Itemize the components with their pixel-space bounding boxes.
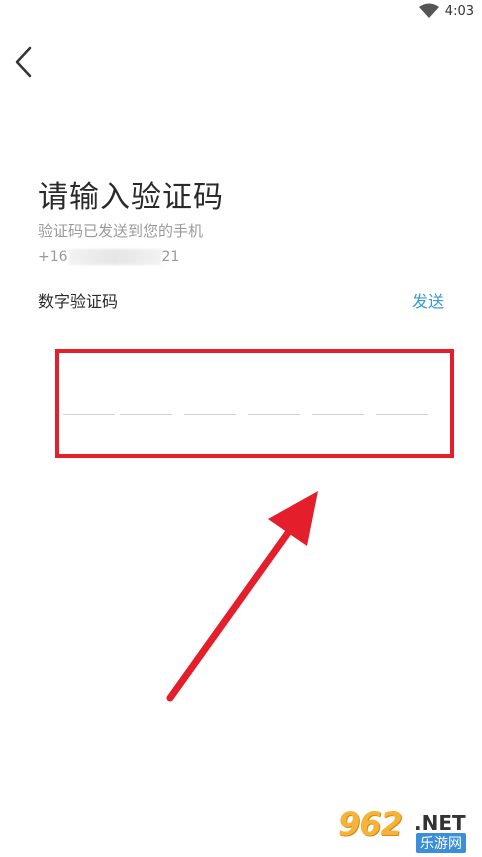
status-icons: 4:03 bbox=[418, 3, 474, 19]
chevron-left-icon bbox=[15, 46, 32, 78]
watermark-subtitle: 乐游网 bbox=[416, 833, 466, 853]
phone-mask bbox=[68, 249, 161, 265]
status-time: 4:03 bbox=[444, 3, 474, 19]
status-bar: 4:03 bbox=[0, 0, 482, 24]
back-button[interactable] bbox=[10, 43, 40, 81]
sent-notice: 验证码已发送到您的手机 bbox=[38, 222, 204, 240]
phone-prefix: +16 bbox=[38, 249, 68, 265]
wifi-icon bbox=[418, 3, 439, 18]
code-label: 数字验证码 bbox=[38, 292, 119, 311]
site-watermark: 962 .NET 乐游网 bbox=[338, 805, 478, 853]
code-input-slot[interactable] bbox=[248, 414, 300, 415]
phone-number: +16 21 bbox=[38, 247, 179, 267]
code-input-slot[interactable] bbox=[184, 414, 236, 415]
annotation-highlight-box bbox=[55, 349, 454, 458]
code-input-slot[interactable] bbox=[63, 414, 115, 415]
code-input-slot[interactable] bbox=[312, 414, 364, 415]
phone-suffix: 21 bbox=[161, 249, 180, 265]
watermark-tld: .NET bbox=[414, 811, 466, 835]
code-input-slot[interactable] bbox=[376, 414, 428, 415]
code-input-group[interactable] bbox=[63, 414, 429, 420]
page-title: 请输入验证码 bbox=[38, 180, 224, 215]
send-button[interactable]: 发送 bbox=[412, 288, 444, 312]
watermark-brand: 962 bbox=[338, 805, 403, 843]
code-input-slot[interactable] bbox=[120, 414, 172, 415]
